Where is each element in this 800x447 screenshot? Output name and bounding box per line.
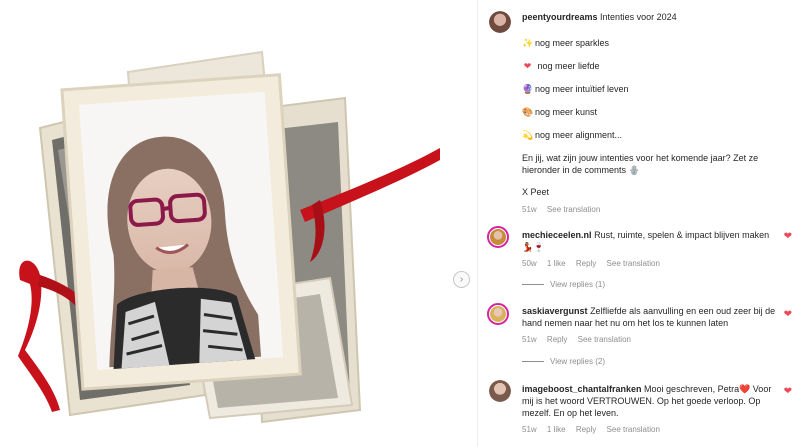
comment-meta: 51w 1 like Reply See translation: [522, 424, 780, 436]
post-caption: peentyourdreams Intenties voor 2024 ✨ nog…: [522, 11, 787, 216]
chevron-right-icon: ›: [459, 273, 464, 285]
caption-line: 🎨 nog meer kunst: [522, 107, 598, 117]
caption-line: 🔮 nog meer intuïtief leven: [522, 84, 629, 94]
caption-line: ✨ nog meer sparkles: [522, 38, 610, 48]
post-image[interactable]: ›: [0, 0, 477, 447]
comment-likes[interactable]: 1 like: [547, 259, 566, 268]
comment-username[interactable]: mechieceelen.nl: [522, 230, 592, 240]
post-time[interactable]: 51w: [522, 205, 537, 214]
see-translation-link[interactable]: See translation: [607, 425, 660, 434]
see-translation-link[interactable]: See translation: [607, 259, 660, 268]
replies-line: [522, 361, 544, 363]
comment-time[interactable]: 51w: [522, 335, 537, 344]
caption-line: 💫 nog meer alignment...: [522, 130, 623, 140]
view-replies-button[interactable]: View replies (1): [522, 279, 605, 291]
comment-likes[interactable]: 1 like: [547, 425, 566, 434]
sparkles-icon: ✨: [522, 38, 534, 48]
comment: mechieceelen.nl Rust, ruimte, spelen & i…: [522, 229, 780, 270]
caption-question: En jij, wat zijn jouw intenties voor het…: [522, 153, 759, 175]
crystal-ball-icon: 🔮: [522, 84, 534, 94]
dizzy-icon: 💫: [522, 130, 534, 140]
see-translation-link[interactable]: See translation: [547, 205, 600, 214]
reply-button[interactable]: Reply: [576, 259, 596, 268]
caption-line: ❤ nog meer liefde: [523, 61, 600, 71]
comment-username[interactable]: saskiavergunst: [522, 306, 588, 316]
post-title: Intenties voor 2024: [600, 12, 677, 22]
replies-line: [522, 284, 544, 286]
commenter-avatar[interactable]: [487, 303, 509, 325]
comment: saskiavergunst Zelfliefde als aanvulling…: [522, 305, 780, 346]
comment-meta: 51w Reply See translation: [522, 334, 780, 346]
post-meta: 51w See translation: [522, 204, 787, 216]
comment-username[interactable]: imageboost_chantalfranken: [522, 384, 642, 394]
front-photo: [60, 73, 302, 391]
view-replies-button[interactable]: View replies (2): [522, 356, 605, 368]
like-heart-icon[interactable]: ❤: [784, 387, 792, 397]
next-image-button[interactable]: ›: [453, 271, 470, 288]
commenter-avatar[interactable]: [489, 380, 511, 402]
like-heart-icon[interactable]: ❤: [784, 232, 792, 242]
commenter-avatar[interactable]: [487, 226, 509, 248]
reply-button[interactable]: Reply: [547, 335, 567, 344]
comment-meta: 50w 1 like Reply See translation: [522, 258, 780, 270]
see-translation-link[interactable]: See translation: [578, 335, 631, 344]
comments-panel: peentyourdreams Intenties voor 2024 ✨ nog…: [478, 0, 800, 447]
heart-icon: ❤: [523, 61, 532, 71]
comment-time[interactable]: 51w: [522, 425, 537, 434]
palette-icon: 🎨: [522, 107, 534, 117]
author-username[interactable]: peentyourdreams: [522, 12, 598, 22]
caption-signoff: X Peet: [522, 187, 550, 197]
reply-button[interactable]: Reply: [576, 425, 596, 434]
comment: imageboost_chantalfranken Mooi geschreve…: [522, 383, 780, 436]
like-heart-icon[interactable]: ❤: [784, 310, 792, 320]
author-avatar[interactable]: [489, 11, 511, 33]
photo-stack-illustration: [18, 50, 440, 424]
comment-time[interactable]: 50w: [522, 259, 537, 268]
